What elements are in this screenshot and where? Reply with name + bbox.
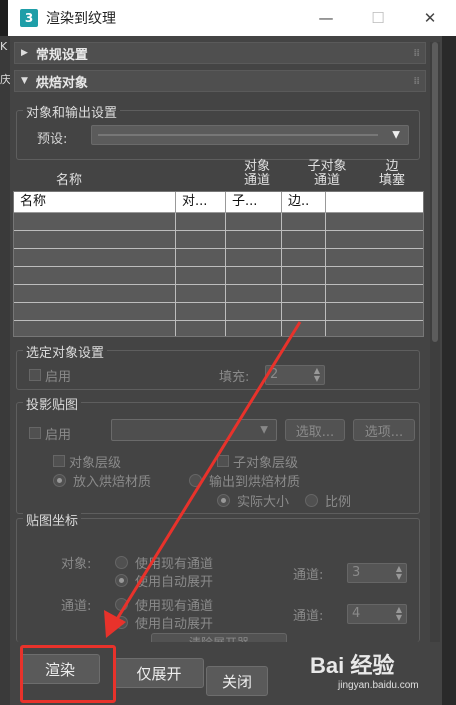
annotation-highlight-box bbox=[20, 645, 116, 703]
watermark-logo: Bai 经验 bbox=[310, 653, 395, 678]
baidu-jingyan-watermark: Bai 经验 jingyan.baidu.com bbox=[300, 646, 450, 696]
annotation-arrow-icon bbox=[104, 321, 302, 638]
watermark-url: jingyan.baidu.com bbox=[338, 680, 419, 691]
